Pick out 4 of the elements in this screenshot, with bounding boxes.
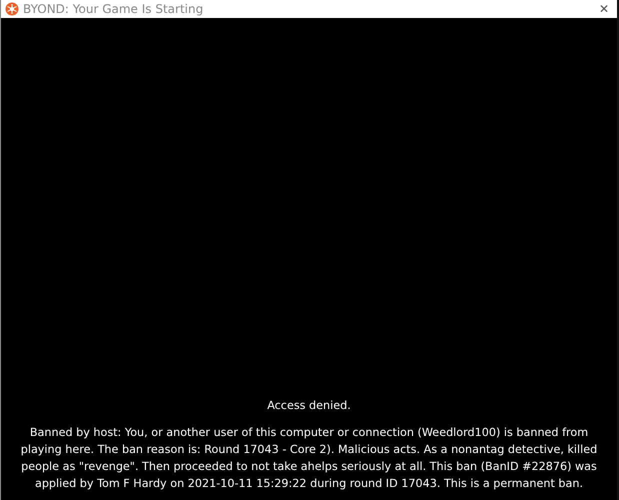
close-button[interactable]: ✕	[590, 0, 617, 18]
message-text: Banned by host: You, or another user of this computer or connection (Weedlord100) is banned from playing here. The ban reason is: Round 17043 - Core 2). Malicious acts. As a nonantag detective, killed people as "revenge". Then proceeded to not take ahelps seriously at all. This ban (BanID #22876) was applied by Tom F Hardy on 2021-10-11 15:29:22 during round ID 17043. This is a permanent ban.	[20, 425, 598, 492]
message-heading: Access denied.	[266, 398, 352, 414]
window-title: BYOND: Your Game Is Starting	[23, 1, 204, 18]
